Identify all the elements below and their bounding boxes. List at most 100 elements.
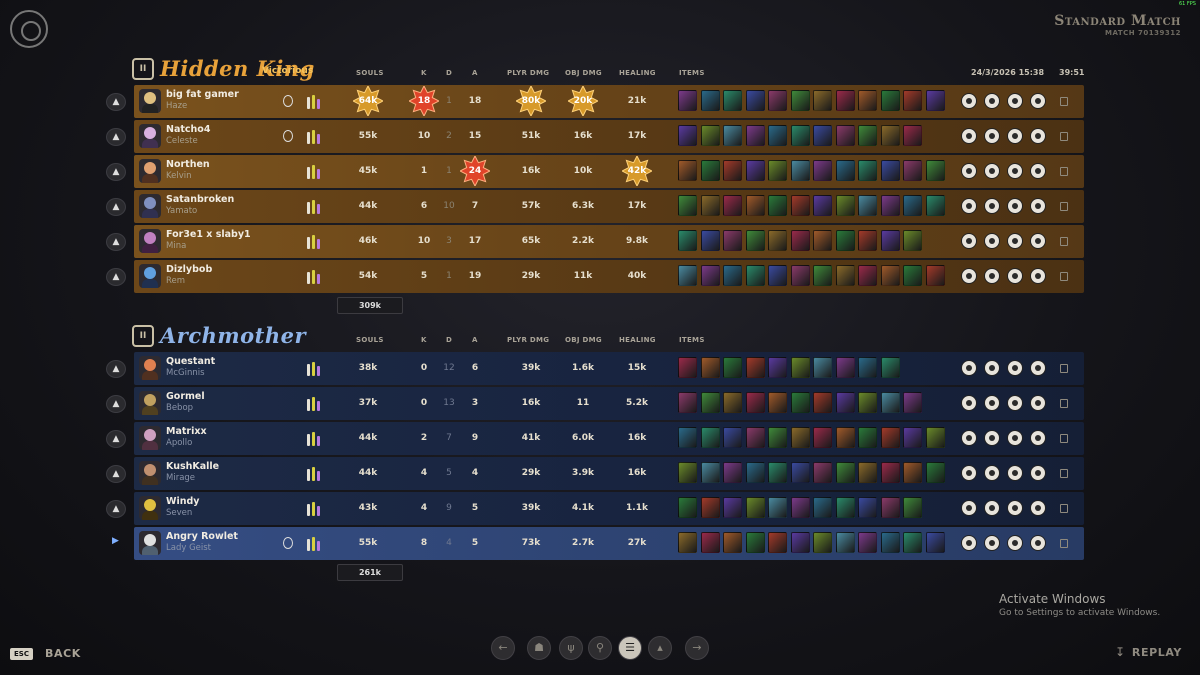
item-icon[interactable] bbox=[790, 265, 810, 286]
thumbs-up-icon[interactable]: ▲ bbox=[106, 500, 126, 518]
player-row[interactable]: ▲ big fat gamer Haze 64k 18 1 18 80k 20k 21k bbox=[104, 84, 1088, 119]
hero-avatar[interactable] bbox=[139, 229, 161, 253]
hero-avatar[interactable] bbox=[139, 124, 161, 148]
item-icon[interactable] bbox=[813, 427, 832, 448]
item-icon[interactable] bbox=[723, 230, 742, 251]
ability-icon[interactable] bbox=[984, 163, 1000, 179]
item-icon[interactable] bbox=[790, 195, 810, 216]
item-icon[interactable] bbox=[678, 357, 697, 378]
tree-icon[interactable]: ⚲ bbox=[588, 636, 612, 660]
item-icon[interactable] bbox=[835, 230, 855, 251]
item-icon[interactable] bbox=[880, 230, 900, 251]
item-icon[interactable] bbox=[723, 90, 742, 111]
item-icon[interactable] bbox=[678, 392, 697, 413]
item-icon[interactable] bbox=[768, 497, 787, 518]
thumbs-up-icon[interactable]: ▲ bbox=[106, 430, 126, 448]
item-icon[interactable] bbox=[723, 462, 742, 483]
copy-build-icon[interactable] bbox=[1060, 272, 1068, 281]
item-icon[interactable] bbox=[745, 195, 765, 216]
item-icon[interactable] bbox=[700, 357, 720, 378]
item-icon[interactable] bbox=[835, 462, 855, 483]
ability-icon[interactable] bbox=[961, 93, 977, 109]
item-icon[interactable] bbox=[858, 90, 877, 111]
ability-icon[interactable] bbox=[984, 500, 1000, 516]
ability-icon[interactable] bbox=[961, 535, 977, 551]
item-icon[interactable] bbox=[700, 230, 720, 251]
item-icon[interactable] bbox=[790, 230, 810, 251]
hero-avatar[interactable] bbox=[139, 391, 161, 415]
item-icon[interactable] bbox=[700, 532, 720, 553]
ability-icon[interactable] bbox=[1030, 535, 1046, 551]
ability-icon[interactable] bbox=[961, 268, 977, 284]
item-icon[interactable] bbox=[925, 427, 945, 448]
item-icon[interactable] bbox=[723, 427, 742, 448]
item-icon[interactable] bbox=[858, 265, 877, 286]
back-arrow-icon[interactable]: ← bbox=[491, 636, 515, 660]
ability-icon[interactable] bbox=[961, 163, 977, 179]
ability-icon[interactable] bbox=[1030, 198, 1046, 214]
ability-icon[interactable] bbox=[961, 360, 977, 376]
item-icon[interactable] bbox=[835, 532, 855, 553]
ability-icon[interactable] bbox=[984, 268, 1000, 284]
player-name[interactable]: big fat gamer bbox=[166, 89, 239, 100]
item-icon[interactable] bbox=[813, 125, 832, 146]
item-icon[interactable] bbox=[745, 357, 765, 378]
ability-icon[interactable] bbox=[1007, 93, 1023, 109]
item-icon[interactable] bbox=[678, 160, 697, 181]
item-icon[interactable] bbox=[925, 462, 945, 483]
ability-icon[interactable] bbox=[984, 535, 1000, 551]
ability-icon[interactable] bbox=[1007, 268, 1023, 284]
item-icon[interactable] bbox=[835, 357, 855, 378]
item-icon[interactable] bbox=[880, 195, 900, 216]
item-icon[interactable] bbox=[700, 90, 720, 111]
player-row[interactable]: ▲ For3e1 x slaby1 Mina 46k 10 3 17 65k 2.2k 9.8k bbox=[104, 224, 1088, 259]
item-icon[interactable] bbox=[903, 392, 922, 413]
ability-icon[interactable] bbox=[961, 395, 977, 411]
hero-avatar[interactable] bbox=[139, 89, 161, 113]
player-name[interactable]: Satanbroken bbox=[166, 194, 234, 205]
item-icon[interactable] bbox=[813, 230, 832, 251]
item-icon[interactable] bbox=[790, 125, 810, 146]
item-icon[interactable] bbox=[880, 462, 900, 483]
item-icon[interactable] bbox=[813, 265, 832, 286]
copy-build-icon[interactable] bbox=[1060, 539, 1068, 548]
item-icon[interactable] bbox=[768, 160, 787, 181]
ability-icon[interactable] bbox=[1007, 430, 1023, 446]
player-row[interactable]: ▶ Angry Rowlet Lady Geist 55k 8 4 5 73k 2.7k 27k bbox=[104, 526, 1088, 561]
item-icon[interactable] bbox=[723, 195, 742, 216]
item-icon[interactable] bbox=[903, 230, 922, 251]
ability-icon[interactable] bbox=[984, 395, 1000, 411]
item-icon[interactable] bbox=[790, 160, 810, 181]
item-icon[interactable] bbox=[790, 90, 810, 111]
hero-avatar[interactable] bbox=[139, 194, 161, 218]
player-name[interactable]: Gormel bbox=[166, 391, 205, 402]
ability-icon[interactable] bbox=[1030, 268, 1046, 284]
ability-icon[interactable] bbox=[1030, 163, 1046, 179]
item-icon[interactable] bbox=[723, 392, 742, 413]
hero-avatar[interactable] bbox=[139, 496, 161, 520]
thumbs-up-icon[interactable]: ▲ bbox=[106, 268, 126, 286]
copy-build-icon[interactable] bbox=[1060, 504, 1068, 513]
hero-avatar[interactable] bbox=[139, 461, 161, 485]
item-icon[interactable] bbox=[903, 90, 922, 111]
replay-button[interactable]: REPLAY bbox=[1132, 646, 1182, 659]
item-icon[interactable] bbox=[880, 532, 900, 553]
item-icon[interactable] bbox=[858, 125, 877, 146]
thumbs-up-icon[interactable]: ▲ bbox=[106, 93, 126, 111]
item-icon[interactable] bbox=[813, 462, 832, 483]
item-icon[interactable] bbox=[768, 357, 787, 378]
item-icon[interactable] bbox=[858, 462, 877, 483]
back-button[interactable]: BACK bbox=[45, 647, 81, 660]
item-icon[interactable] bbox=[700, 160, 720, 181]
item-icon[interactable] bbox=[835, 195, 855, 216]
item-icon[interactable] bbox=[880, 160, 900, 181]
item-icon[interactable] bbox=[880, 90, 900, 111]
ability-icon[interactable] bbox=[1030, 233, 1046, 249]
item-icon[interactable] bbox=[858, 532, 877, 553]
player-name[interactable]: Natcho4 bbox=[166, 124, 210, 135]
item-icon[interactable] bbox=[925, 195, 945, 216]
copy-build-icon[interactable] bbox=[1060, 364, 1068, 373]
hero-avatar[interactable] bbox=[139, 159, 161, 183]
item-icon[interactable] bbox=[813, 90, 832, 111]
hero-avatar[interactable] bbox=[139, 264, 161, 288]
